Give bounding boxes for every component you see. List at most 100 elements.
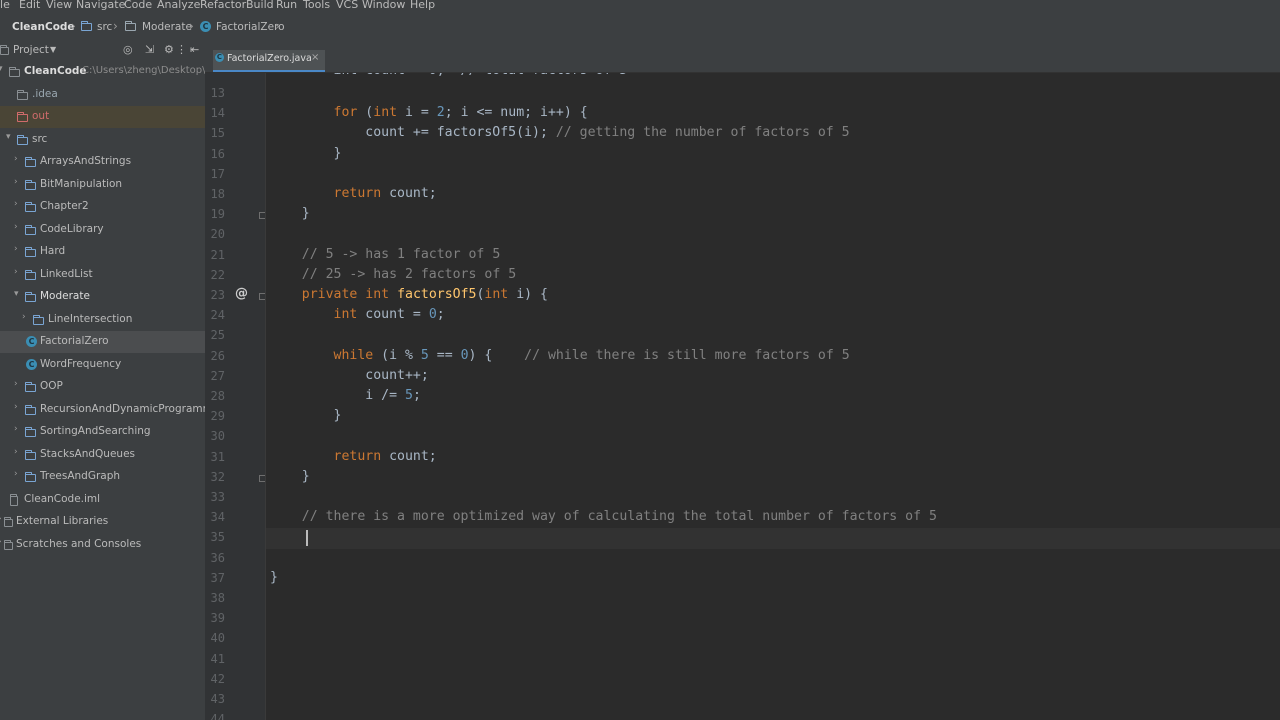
folder-icon xyxy=(25,427,36,437)
tree-item-stacksandqueues[interactable]: › StacksAndQueues xyxy=(0,444,205,466)
tree-item-moderate[interactable]: ▾ Moderate xyxy=(0,286,205,308)
more-icon[interactable]: ⋮ xyxy=(176,43,187,56)
tab-factorialzero[interactable]: C FactorialZero.java × xyxy=(213,50,325,72)
menu-ile[interactable]: ile xyxy=(0,0,10,11)
breadcrumb-src[interactable]: src xyxy=(97,21,112,33)
chevron-right-icon[interactable]: › xyxy=(14,177,18,187)
code-token: 5 xyxy=(420,347,429,363)
menu-run[interactable]: Run xyxy=(276,0,297,11)
tree-item-linkedlist[interactable]: › LinkedList xyxy=(0,264,205,286)
code-editor[interactable]: int count = 0; // total factors of 5 for… xyxy=(266,73,1280,720)
code-line: while (i % 5 == 0) { // while there is s… xyxy=(270,348,850,363)
breadcrumb-package[interactable]: Moderate xyxy=(142,21,192,33)
tree-item-out[interactable]: out xyxy=(0,106,205,128)
tree-item-arraysandstrings[interactable]: › ArraysAndStrings xyxy=(0,151,205,173)
code-line: i /= 5; xyxy=(270,388,421,403)
line-number: 18 xyxy=(210,187,225,201)
project-panel-title[interactable]: Project xyxy=(13,44,49,56)
breadcrumb-project[interactable]: CleanCode xyxy=(12,21,75,33)
tree-item-cleancode-iml[interactable]: CleanCode.iml xyxy=(0,489,205,511)
menu-vcs[interactable]: VCS xyxy=(336,0,358,11)
menu-refactor[interactable]: Refactor xyxy=(200,0,246,11)
tree-item-label: src xyxy=(32,132,48,145)
class-icon: C xyxy=(215,53,224,62)
menu-code[interactable]: Code xyxy=(124,0,152,11)
chevron-right-icon[interactable]: › xyxy=(14,379,18,389)
code-line: int count = 0; xyxy=(270,307,445,322)
hide-icon[interactable]: ⇤ xyxy=(190,43,199,56)
tree-item-cleancode[interactable]: ▾ CleanCodeC:\Users\zheng\Desktop\Cle xyxy=(0,61,205,83)
menu-window[interactable]: Window xyxy=(362,0,405,11)
fold-start-icon[interactable] xyxy=(259,293,265,300)
fold-end-icon[interactable] xyxy=(259,212,265,220)
tree-item-oop[interactable]: › OOP xyxy=(0,376,205,398)
chevron-right-icon[interactable]: › xyxy=(14,447,18,457)
chevron-right-icon[interactable]: › xyxy=(22,312,26,322)
tree-item-codelibrary[interactable]: › CodeLibrary xyxy=(0,219,205,241)
menu-view[interactable]: View xyxy=(46,0,72,11)
target-icon[interactable]: ◎ xyxy=(123,43,133,56)
method-usage-icon[interactable]: @ xyxy=(235,286,248,301)
tree-item-recursionanddynamicprogramming[interactable]: › RecursionAndDynamicProgramming xyxy=(0,399,205,421)
menu-help[interactable]: Help xyxy=(410,0,435,11)
chevron-down-icon[interactable]: ▾ xyxy=(6,132,11,142)
chevron-down-icon[interactable]: ▾ xyxy=(0,64,3,74)
chevron-right-icon[interactable]: › xyxy=(14,267,18,277)
line-number: 39 xyxy=(210,611,225,626)
code-token: int xyxy=(484,287,509,302)
menu-build[interactable]: Build xyxy=(246,0,274,11)
line-number: 42 xyxy=(210,671,225,686)
folder-icon xyxy=(17,89,28,100)
chevron-down-icon[interactable]: ▾ xyxy=(14,289,19,299)
tree-item-lineintersection[interactable]: › LineIntersection xyxy=(0,309,205,331)
line-number: 19 xyxy=(210,207,225,222)
tree-item-chapter2[interactable]: › Chapter2 xyxy=(0,196,205,218)
tree-item-scratches-and-consoles[interactable]: › Scratches and Consoles xyxy=(0,534,205,556)
menu-analyze[interactable]: Analyze xyxy=(157,0,200,11)
tree-item-label: Hard xyxy=(40,245,66,257)
settings-icon[interactable]: ⚙ xyxy=(164,43,174,56)
tree-item-factorialzero[interactable]: C FactorialZero xyxy=(0,331,205,353)
chevron-right-icon[interactable]: › xyxy=(14,244,18,254)
code-line: } xyxy=(270,206,310,221)
line-number: 20 xyxy=(210,227,225,242)
tree-item-wordfrequency[interactable]: C WordFrequency xyxy=(0,354,205,376)
fold-end-icon[interactable] xyxy=(259,474,265,482)
tree-item-bitmanipulation[interactable]: › BitManipulation xyxy=(0,174,205,196)
dropdown-arrow-icon[interactable]: ▼ xyxy=(50,45,56,54)
menu-edit[interactable]: Edit xyxy=(19,0,40,11)
code-token: return xyxy=(333,448,382,464)
chevron-right-icon[interactable]: › xyxy=(14,469,18,479)
chevron-right-icon[interactable]: › xyxy=(0,514,2,524)
menu-navigate[interactable]: Navigate xyxy=(76,0,125,11)
chevron-right-icon[interactable]: › xyxy=(14,199,18,209)
line-number: 25 xyxy=(210,328,225,343)
folder-icon xyxy=(25,202,36,212)
class-icon: C xyxy=(26,336,37,347)
line-number: 40 xyxy=(210,631,225,646)
chevron-right-icon: › xyxy=(71,19,76,33)
code-token: // there is a more optimized way of calc… xyxy=(301,509,937,525)
tree-item-sortingandsearching[interactable]: › SortingAndSearching xyxy=(0,421,205,443)
tree-item-label: Chapter2 xyxy=(40,200,89,212)
tree-item-treesandgraph[interactable]: › TreesAndGraph xyxy=(0,466,205,488)
folder-icon xyxy=(17,134,28,145)
tree-item-external-libraries[interactable]: › External Libraries xyxy=(0,511,205,533)
chevron-right-icon[interactable]: › xyxy=(0,537,2,547)
chevron-right-icon[interactable]: › xyxy=(14,402,18,412)
chevron-right-icon[interactable]: › xyxy=(14,154,18,164)
chevron-right-icon[interactable]: › xyxy=(14,424,18,434)
folder-icon xyxy=(25,179,36,190)
chevron-right-icon[interactable]: › xyxy=(14,222,18,232)
library-icon xyxy=(4,539,13,550)
tree-item--idea[interactable]: .idea xyxy=(0,84,205,106)
line-number: 44 xyxy=(210,712,225,720)
collapse-icon[interactable]: ⇲ xyxy=(145,43,154,56)
menu-tools[interactable]: Tools xyxy=(303,0,330,11)
tree-item-src[interactable]: ▾ src xyxy=(0,129,205,151)
close-icon[interactable]: × xyxy=(311,52,319,63)
folder-icon xyxy=(17,112,28,122)
tree-item-hard[interactable]: › Hard xyxy=(0,241,205,263)
